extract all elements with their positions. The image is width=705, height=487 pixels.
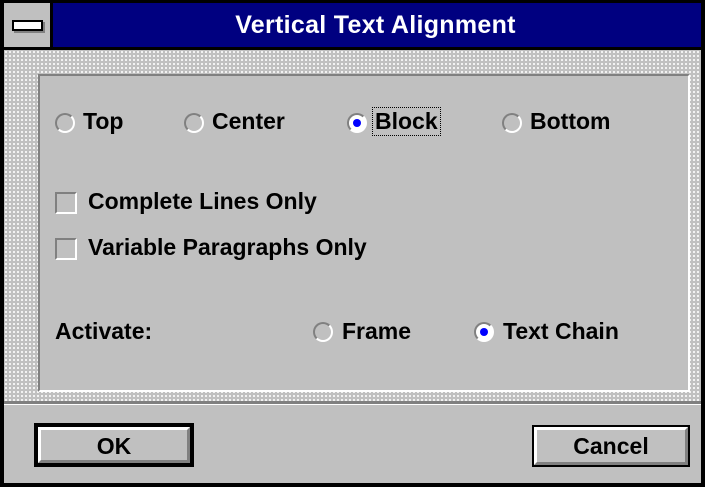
radio-text-chain[interactable] [474, 322, 494, 342]
window-title: Vertical Text Alignment [235, 11, 516, 39]
title-bar[interactable]: Vertical Text Alignment [4, 3, 701, 50]
radio-text-chain-label[interactable]: Text Chain [503, 318, 619, 345]
radio-bottom-label[interactable]: Bottom [530, 108, 610, 135]
radio-frame[interactable] [313, 322, 333, 342]
cancel-button-label: Cancel [573, 433, 649, 459]
complete-lines-label[interactable]: Complete Lines Only [88, 188, 317, 215]
radio-frame-label[interactable]: Frame [342, 318, 411, 345]
radio-top-label[interactable]: Top [83, 108, 123, 135]
dialog-window: Vertical Text Alignment Top Center Block… [0, 0, 705, 487]
radio-center-label[interactable]: Center [212, 108, 285, 135]
radio-block-label[interactable]: Block [372, 107, 441, 136]
radio-top[interactable] [55, 113, 75, 133]
system-menu-button[interactable] [4, 3, 53, 47]
variable-paragraphs-checkbox[interactable] [55, 238, 77, 260]
radio-center[interactable] [184, 113, 204, 133]
radio-block[interactable] [347, 113, 367, 133]
cancel-button[interactable]: Cancel [532, 425, 690, 467]
radio-bottom[interactable] [502, 113, 522, 133]
options-panel: Top Center Block Bottom Complete Lines O… [38, 74, 690, 392]
ok-button-label: OK [96, 433, 132, 459]
system-menu-icon [12, 20, 43, 31]
variable-paragraphs-label[interactable]: Variable Paragraphs Only [88, 234, 367, 261]
activate-label: Activate: [55, 318, 153, 344]
complete-lines-checkbox[interactable] [55, 192, 77, 214]
ok-button[interactable]: OK [34, 423, 194, 467]
dialog-client-area: Top Center Block Bottom Complete Lines O… [4, 50, 701, 483]
button-bar: OK Cancel [4, 405, 701, 483]
